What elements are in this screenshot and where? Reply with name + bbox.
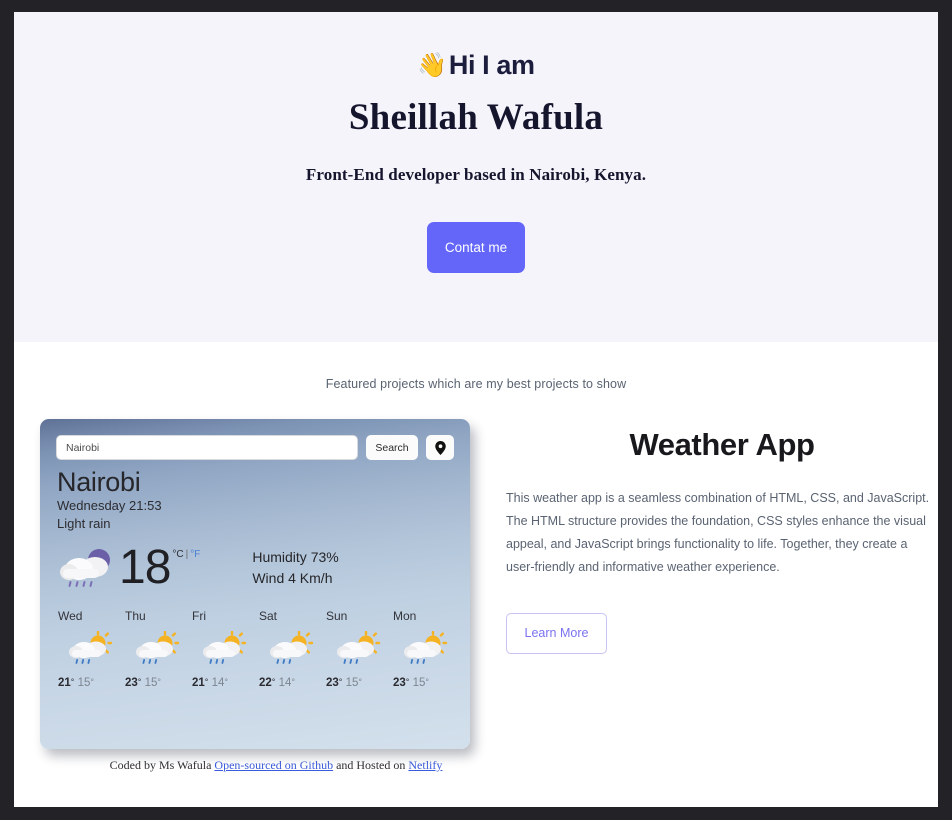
project-screenshot-column: Nairobi Search Nairobi Wednesday 21:53 L…: [40, 419, 488, 773]
forecast-temps: 21° 14°: [192, 677, 229, 690]
forecast-day: Mon 23° 15°: [389, 609, 456, 689]
forecast-day-name: Mon: [393, 609, 417, 624]
browser-window-frame: 👋 Hi I am Sheillah Wafula Front-End deve…: [0, 0, 952, 820]
temperature-unit-toggle[interactable]: °C | °F: [172, 549, 200, 560]
forecast-max: 21: [58, 677, 71, 690]
forecast-day-name: Fri: [192, 609, 206, 624]
celsius-unit[interactable]: °C: [172, 549, 183, 560]
credit-prefix: Coded by Ms Wafula: [109, 758, 215, 772]
forecast-min: 15: [77, 677, 91, 690]
forecast-max: 23: [326, 677, 339, 690]
weather-app-screenshot: Nairobi Search Nairobi Wednesday 21:53 L…: [40, 419, 470, 749]
github-link[interactable]: Open-sourced on Github: [214, 758, 333, 772]
hero-tagline: Front-End developer based in Nairobi, Ke…: [305, 165, 647, 184]
forecast-max: 23: [393, 677, 406, 690]
cloud-sun-rain-icon: [202, 631, 255, 673]
forecast-day-name: Sun: [326, 609, 348, 624]
page-viewport: 👋 Hi I am Sheillah Wafula Front-End deve…: [14, 12, 938, 807]
forecast-min: 14: [211, 677, 225, 690]
current-location-button[interactable]: [426, 435, 454, 460]
featured-projects-caption: Featured projects which are my best proj…: [325, 377, 627, 391]
forecast-day-name: Wed: [58, 609, 83, 624]
current-temperature-group: 18 °C | °F: [119, 541, 200, 595]
credit-middle: and Hosted on: [333, 758, 409, 772]
forecast-temps: 22° 14°: [259, 677, 296, 690]
forecast-day-name: Thu: [125, 609, 146, 624]
project-description: This weather app is a seamless combinati…: [506, 491, 930, 575]
cloud-sun-rain-icon: [336, 631, 389, 673]
weather-datetime: Wednesday 21:53: [57, 498, 162, 514]
forecast-temps: 21° 15°: [58, 677, 95, 690]
cloud-sun-rain-icon: [269, 631, 322, 673]
forecast-max: 21: [192, 677, 205, 690]
current-temperature: 18: [119, 541, 171, 595]
learn-more-button[interactable]: Learn More: [506, 612, 607, 654]
forecast-max: 23: [125, 677, 138, 690]
netlify-link[interactable]: Netlify: [408, 758, 442, 772]
forecast-min: 15: [412, 677, 426, 690]
cloud-sun-rain-icon: [135, 631, 188, 673]
contact-me-button[interactable]: Contat me: [427, 222, 525, 273]
forecast-day: Thu 23° 15°: [121, 609, 188, 689]
cloud-moon-rain-icon: [60, 549, 110, 588]
search-button[interactable]: Search: [366, 435, 418, 460]
project-row: Nairobi Search Nairobi Wednesday 21:53 L…: [14, 419, 938, 773]
weather-city-name: Nairobi: [57, 467, 141, 497]
forecast-temps: 23° 15°: [326, 677, 363, 690]
unit-separator: |: [185, 549, 189, 561]
forecast-min: 15: [345, 677, 359, 690]
cloud-sun-rain-icon: [68, 631, 121, 673]
forecast-day: Fri 21° 14°: [188, 609, 255, 689]
map-pin-icon: [434, 440, 446, 455]
waving-hand-icon: 👋: [417, 51, 447, 79]
forecast-temps: 23° 15°: [125, 677, 162, 690]
search-input[interactable]: Nairobi: [56, 435, 358, 460]
forecast-max: 22: [259, 677, 272, 690]
weather-search-row: Nairobi Search: [40, 419, 470, 460]
project-info-column: Weather App This weather app is a seamle…: [488, 419, 938, 773]
greeting-text: Hi I am: [448, 50, 535, 80]
forecast-min: 14: [278, 677, 292, 690]
greeting-line: 👋 Hi I am: [417, 50, 535, 80]
wind-value: Wind 4 Km/h: [252, 569, 333, 586]
weather-metrics: Humidity 73% Wind 4 Km/h: [252, 547, 338, 588]
page-title: Sheillah Wafula: [348, 97, 604, 138]
humidity-value: Humidity 73%: [252, 549, 339, 566]
forecast-min: 15: [144, 677, 158, 690]
cloud-sun-rain-icon: [403, 631, 456, 673]
forecast-day: Sun 23° 15°: [322, 609, 389, 689]
forecast-row: Wed 21° 15° Thu 23° 15° Fri 21° 14° Sat …: [40, 609, 470, 689]
weather-condition: Light rain: [57, 515, 111, 531]
forecast-temps: 23° 15°: [393, 677, 430, 690]
weather-current-row: 18 °C | °F Humidity 73% Wind 4 Km/h: [40, 541, 470, 595]
fahrenheit-unit[interactable]: °F: [190, 549, 200, 560]
hero-section: 👋 Hi I am Sheillah Wafula Front-End deve…: [14, 12, 938, 342]
forecast-day: Sat 22° 14°: [255, 609, 322, 689]
forecast-day: Wed 21° 15°: [54, 609, 121, 689]
project-title: Weather App: [629, 427, 815, 462]
forecast-day-name: Sat: [259, 609, 278, 624]
weather-app-credit: Coded by Ms Wafula Open-sourced on Githu…: [76, 758, 476, 773]
